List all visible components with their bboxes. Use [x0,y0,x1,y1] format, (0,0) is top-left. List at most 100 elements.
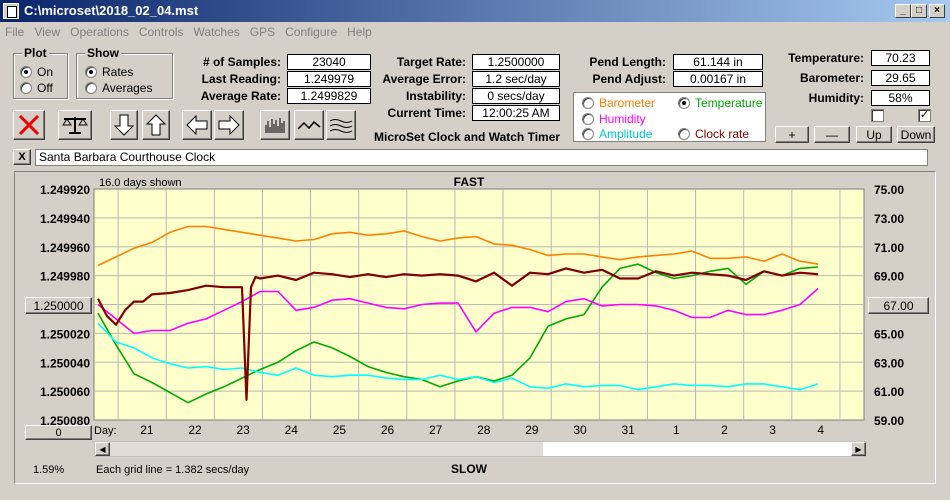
temperature-field: 70.23 [871,50,930,66]
menu-operations[interactable]: Operations [65,22,134,42]
show-rates-radio[interactable]: Rates [85,65,133,79]
x-tick-label: 21 [140,423,154,437]
samples-field: 23040 [287,54,371,70]
plot-off-label: Off [37,81,53,95]
wave-view-button[interactable] [326,110,356,140]
menu-controls[interactable]: Controls [134,22,189,42]
x-tick-label: 2 [721,423,728,437]
show-averages-dot [85,82,97,94]
legend-clock-rate-label: Clock rate [695,127,750,141]
average-error-label: Average Error: [382,72,466,86]
legend-clock-rate-dot [678,128,690,140]
left-tick-label: 1.249960 [40,241,90,255]
average-rate-label: Average Rate: [200,89,281,103]
left-tick-label: 1.250040 [40,356,90,370]
balance-button[interactable] [58,110,92,140]
scroll-right-button[interactable]: ▶ [851,442,866,456]
option-checkbox-1[interactable] [871,109,884,122]
show-averages-radio[interactable]: Averages [85,81,152,95]
minimize-button[interactable]: _ [895,4,911,18]
down-button[interactable]: Down [897,126,935,143]
arrow-left-button[interactable] [182,110,212,140]
left-tick-label: 1.250060 [40,385,90,399]
scroll-left-button[interactable]: ◀ [95,442,110,456]
clear-description-button[interactable]: X [13,149,31,165]
left-scale-button[interactable]: 0 [25,425,92,440]
x-tick-label: 3 [769,423,776,437]
arrow-right-icon [218,115,240,135]
up-button[interactable]: Up [856,126,892,143]
title-bar: C:\microset\2018_02_04.mst _ □ × [0,0,950,22]
arrow-down-button[interactable] [110,110,138,140]
instability-field: 0 secs/day [472,88,560,104]
arrow-left-icon [186,115,208,135]
arrow-right-button[interactable] [214,110,244,140]
menu-watches[interactable]: Watches [189,22,245,42]
chart-panel: 1.249920 75.00 1.249940 73.00 1.249960 71.00 1… [14,171,936,484]
average-rate-field: 1.2499829 [287,88,371,104]
arrow-up-icon [146,114,166,136]
pend-adjust-field: 0.00167 in [673,71,763,87]
legend-humidity[interactable]: Humidity [582,112,646,126]
plus-button[interactable]: + [775,126,809,143]
plot-on-label: On [37,65,54,79]
right-tick-label: 71.00 [874,241,904,255]
current-time-label: Current Time: [387,106,466,120]
description-input[interactable]: Santa Barbara Courthouse Clock [35,149,928,166]
menu-file[interactable]: File [0,22,29,42]
target-rate-field: 1.2500000 [472,54,560,70]
plot-group: Plot On Off [13,46,68,99]
show-averages-label: Averages [102,81,153,95]
x-tick-label: 23 [237,423,251,437]
legend-amplitude[interactable]: Amplitude [582,127,652,141]
x-tick-label: 22 [188,423,202,437]
show-rates-label: Rates [102,65,134,79]
right-tick-label: 59.00 [874,414,904,428]
maximize-button[interactable]: □ [911,4,927,18]
chart-svg: 1.249920 75.00 1.249940 73.00 1.249960 71.00 1… [33,175,904,476]
legend-clock-rate[interactable]: Clock rate [678,127,749,141]
plot-group-title: Plot [22,46,49,60]
right-center-value-button[interactable]: 67.00 [868,297,929,314]
x-tick-label: 28 [477,423,491,437]
show-rates-dot [85,66,97,78]
right-tick-label: 73.00 [874,212,904,226]
slow-label: SLOW [451,462,488,476]
center-value-button[interactable]: 1.250000 [25,297,92,314]
plot-on-radio[interactable]: On [20,65,53,79]
menu-configure[interactable]: Configure [280,22,342,42]
option-checkbox-2[interactable]: ✓ [918,109,931,122]
bars-view-button[interactable] [260,110,290,140]
line-view-button[interactable] [294,110,324,140]
scroll-track-light [543,442,851,456]
close-window-button[interactable]: × [929,4,945,18]
red-x-icon [18,114,40,136]
legend-barometer[interactable]: Barometer [582,96,655,110]
barometer-field: 29.65 [871,70,930,86]
arrow-up-button[interactable] [142,110,170,140]
legend-temperature-label: Temperature [695,96,763,110]
menu-gps[interactable]: GPS [245,22,280,42]
stop-button[interactable] [13,110,45,140]
plot-off-radio[interactable]: Off [20,81,53,95]
menu-help[interactable]: Help [342,22,377,42]
menu-view[interactable]: View [29,22,65,42]
target-rate-label: Target Rate: [396,55,466,69]
left-tick-label: 1.250020 [40,327,90,341]
minus-button[interactable]: — [814,126,850,143]
wave-graph-icon [329,119,353,133]
fast-label: FAST [454,175,485,189]
x-tick-label: 4 [817,423,824,437]
pend-length-label: Pend Length: [589,55,666,69]
legend-temperature-dot [678,97,690,109]
legend-temperature[interactable]: Temperature [678,96,762,110]
x-tick-label: 26 [381,423,395,437]
legend-panel: Barometer Temperature Humidity Amplitude… [573,92,766,142]
x-tick-label: 30 [573,423,587,437]
balance-scale-icon [62,117,88,134]
menu-bar: File View Operations Controls Watches GPS Conf… [0,22,950,42]
x-tick-label: 29 [525,423,539,437]
x-tick-label: 25 [333,423,347,437]
chart-scrollbar[interactable]: ◀ ▶ [94,441,866,457]
current-time-field: 12:00:25 AM [472,105,560,121]
